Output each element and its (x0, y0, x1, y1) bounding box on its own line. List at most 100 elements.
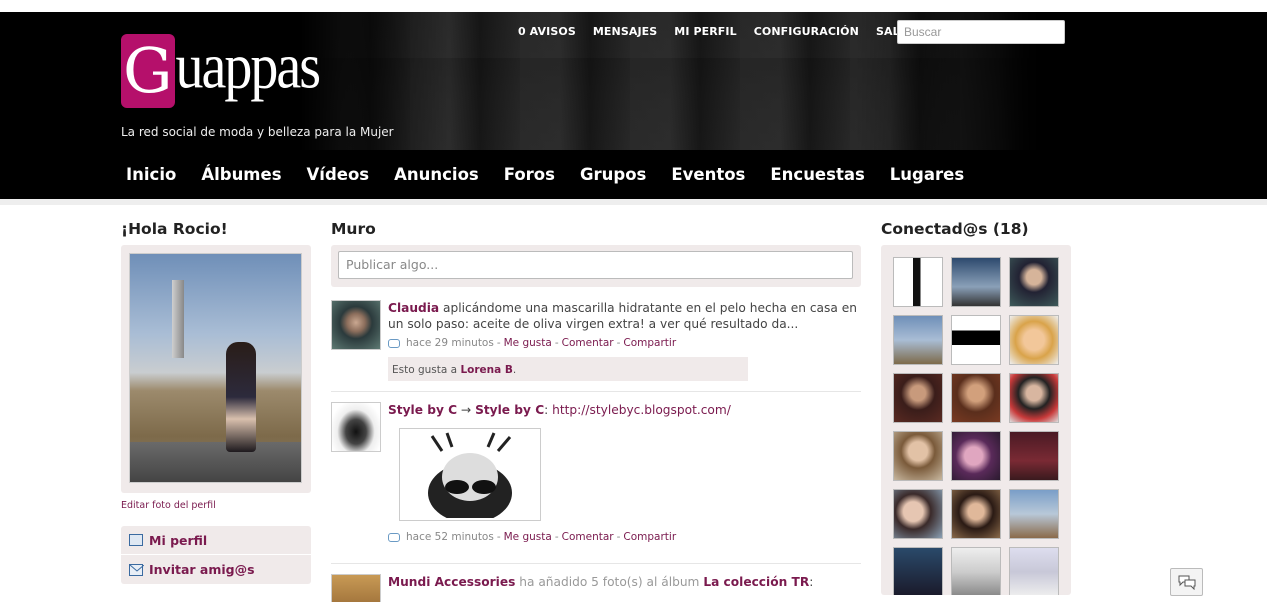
blog-link[interactable]: http://stylebyc.blogspot.com/ (552, 403, 731, 417)
online-user-avatar[interactable] (951, 315, 1001, 365)
avatar[interactable] (331, 574, 381, 602)
online-user-avatar[interactable] (1009, 547, 1059, 595)
nav-eventos[interactable]: Eventos (671, 165, 745, 184)
online-user-avatar[interactable] (951, 257, 1001, 307)
nav-foros[interactable]: Foros (504, 165, 555, 184)
author-link[interactable]: Mundi Accessories (388, 575, 515, 589)
likes-text: Esto gusta a (392, 364, 461, 376)
online-users-grid (881, 245, 1071, 595)
online-user-avatar[interactable] (951, 431, 1001, 481)
feed-text: Claudia aplicándome una mascarilla hidra… (388, 300, 858, 332)
online-user-avatar[interactable] (893, 547, 943, 595)
site-logo[interactable]: G uappas (121, 30, 321, 108)
menu-item-my-profile[interactable]: Mi perfil (121, 526, 311, 555)
left-sidebar: ¡Hola Rocio! Editar foto del perfil Mi p… (121, 220, 311, 584)
mail-icon (129, 563, 145, 576)
online-user-avatar[interactable] (1009, 257, 1059, 307)
feed-meta: hace 52 minutos - Me gusta - Comentar - … (388, 529, 858, 545)
like-link[interactable]: Me gusta (504, 335, 552, 351)
site-tagline: La red social de moda y belleza para la … (121, 125, 394, 139)
feed-body: Claudia aplicándome una mascarilla hidra… (388, 300, 858, 381)
nav-albumes[interactable]: Álbumes (201, 165, 281, 184)
nav-anuncios[interactable]: Anuncios (394, 165, 479, 184)
comment-link[interactable]: Comentar (562, 529, 614, 545)
avatar[interactable] (331, 300, 381, 350)
colon-text: : (544, 403, 553, 417)
chat-button[interactable] (1170, 568, 1203, 596)
feed-divider (331, 563, 861, 564)
profile-photo[interactable] (129, 253, 302, 483)
liker-link[interactable]: Lorena B (460, 364, 512, 376)
online-user-avatar[interactable] (893, 373, 943, 423)
online-users-title: Conectad@s (18) (881, 220, 1029, 238)
menu-item-label: Mi perfil (149, 532, 208, 548)
comment-icon (388, 338, 400, 348)
online-user-avatar[interactable] (951, 373, 1001, 423)
online-user-avatar[interactable] (951, 547, 1001, 595)
arrow-text: → (457, 403, 476, 417)
chat-icon (1178, 575, 1195, 590)
nav-lugares[interactable]: Lugares (890, 165, 964, 184)
post-box: Publicar algo... (331, 245, 861, 287)
edit-profile-photo-link[interactable]: Editar foto del perfil (121, 500, 311, 511)
nav-inicio[interactable]: Inicio (126, 165, 176, 184)
timestamp: hace 52 minutos (406, 531, 494, 543)
settings-link[interactable]: CONFIGURACIÓN (754, 25, 859, 38)
menu-item-label: Invitar amig@s (149, 562, 255, 577)
feed-text: Style by C → Style by C: http://stylebyc… (388, 402, 858, 418)
like-link[interactable]: Me gusta (504, 529, 552, 545)
likes-suffix: . (512, 364, 517, 376)
my-profile-link[interactable]: MI PERFIL (674, 25, 736, 38)
right-sidebar: Conectad@s (18) (881, 220, 1071, 595)
logo-text: uappas (175, 30, 322, 103)
online-user-avatar[interactable] (1009, 315, 1059, 365)
online-user-avatar[interactable] (1009, 431, 1059, 481)
feed-body: Style by C → Style by C: http://stylebyc… (388, 402, 858, 545)
online-user-avatar[interactable] (893, 431, 943, 481)
logo-letter: G (121, 34, 175, 108)
wall-title: Muro (331, 220, 376, 238)
share-link[interactable]: Compartir (623, 335, 676, 351)
online-user-avatar[interactable] (951, 489, 1001, 539)
nav-encuestas[interactable]: Encuestas (770, 165, 864, 184)
feed-meta: hace 29 minutos - Me gusta - Comentar - … (388, 335, 858, 351)
photo-person (226, 342, 256, 452)
photo-tower (172, 280, 184, 358)
menu-item-invite[interactable]: Invitar amig@s (121, 555, 311, 584)
online-user-avatar[interactable] (1009, 489, 1059, 539)
comment-link[interactable]: Comentar (562, 335, 614, 351)
site-header: G uappas La red social de moda y belleza… (0, 12, 1267, 199)
greeting-title: ¡Hola Rocio! (121, 220, 228, 238)
profile-photo-box (121, 245, 311, 493)
feed-text: Mundi Accessories ha añadido 5 foto(s) a… (388, 574, 858, 590)
suffix-text: : (809, 575, 814, 589)
avatar[interactable] (331, 402, 381, 452)
feed-body: Mundi Accessories ha añadido 5 foto(s) a… (388, 574, 858, 590)
nav-grupos[interactable]: Grupos (580, 165, 646, 184)
shared-image[interactable] (399, 428, 541, 523)
online-user-avatar[interactable] (893, 257, 943, 307)
author-link[interactable]: Style by C (388, 403, 457, 417)
nav-videos[interactable]: Vídeos (307, 165, 370, 184)
profile-icon (129, 534, 143, 546)
photo-road (130, 442, 301, 482)
header-shadow-bar (0, 199, 1267, 205)
messages-link[interactable]: MENSAJES (593, 25, 657, 38)
search-input[interactable]: Buscar (897, 20, 1065, 44)
post-input[interactable]: Publicar algo... (338, 251, 853, 279)
author-link[interactable]: Claudia (388, 301, 439, 315)
online-user-avatar[interactable] (1009, 373, 1059, 423)
shared-image-content (402, 431, 538, 523)
online-user-avatar[interactable] (893, 489, 943, 539)
target-link[interactable]: Style by C (475, 403, 544, 417)
share-link[interactable]: Compartir (623, 529, 676, 545)
likes-box: Esto gusta a Lorena B. (388, 357, 748, 381)
online-user-avatar[interactable] (893, 315, 943, 365)
album-link[interactable]: La colección TR (703, 575, 809, 589)
post-text: aplicándome una mascarilla hidratante en… (388, 301, 857, 331)
notifications-link[interactable]: 0 AVISOS (518, 25, 576, 38)
post-text: ha añadido 5 foto(s) al álbum (515, 575, 704, 589)
comment-icon (388, 532, 400, 542)
wall-column: Muro Publicar algo... Claudia aplicándom… (331, 220, 861, 602)
top-navigation: 0 AVISOS MENSAJES MI PERFIL CONFIGURACIÓ… (518, 25, 929, 38)
